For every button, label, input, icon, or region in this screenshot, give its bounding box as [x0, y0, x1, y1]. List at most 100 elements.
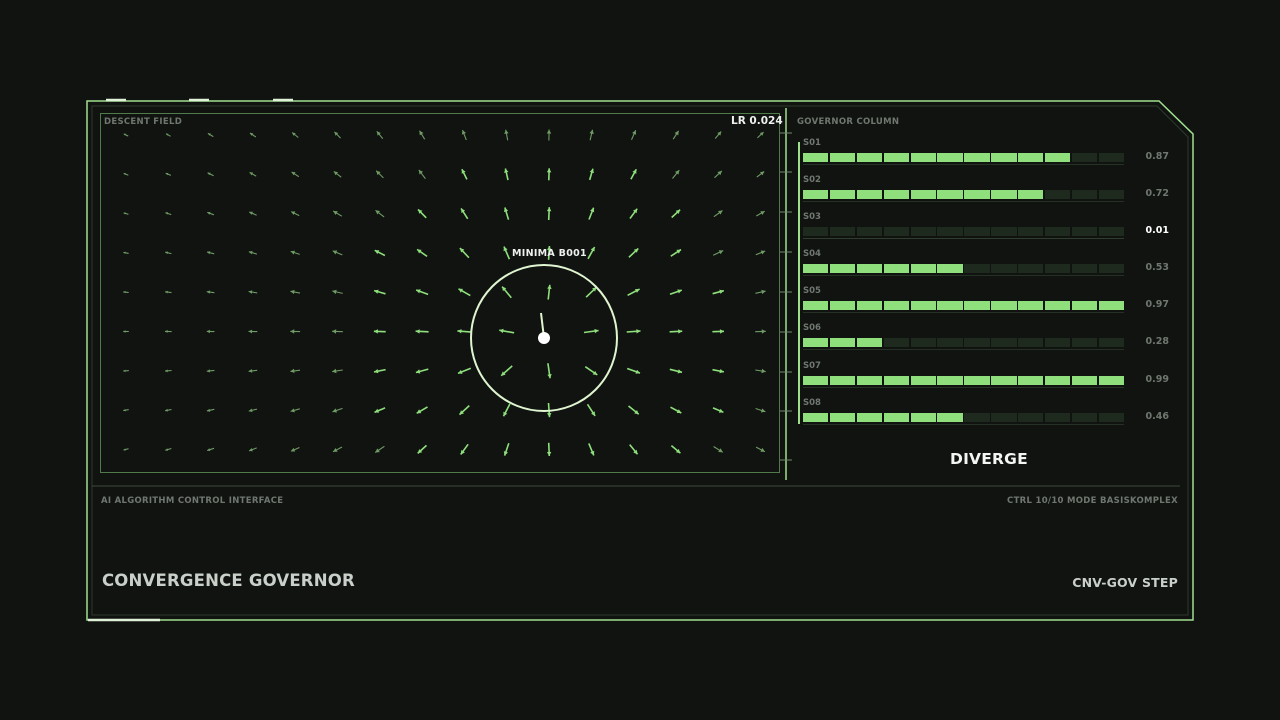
slot-value: 0.53	[1145, 262, 1169, 273]
slot-divider	[803, 238, 1124, 239]
governor-slot-s03[interactable]: S03 0.01	[803, 212, 1173, 248]
slot-name: S06	[803, 323, 821, 333]
descent-field-label: DESCENT FIELD	[104, 117, 183, 127]
gradient-arrow-head	[248, 329, 253, 334]
level-segment	[964, 153, 990, 162]
level-segment	[991, 301, 1017, 310]
level-segment	[991, 413, 1017, 422]
minima-label: MINIMA B001	[512, 248, 587, 259]
level-segment	[829, 153, 856, 162]
level-segment	[803, 338, 829, 347]
level-segment	[1071, 338, 1098, 347]
level-segment	[883, 413, 909, 422]
level-segment	[1098, 338, 1124, 347]
slot-divider	[803, 312, 1124, 313]
level-segment	[1098, 413, 1124, 422]
gradient-arrow-head	[165, 369, 168, 373]
slot-level-bar[interactable]	[803, 190, 1124, 199]
gradient-arrow-head	[332, 289, 337, 295]
level-segment	[1071, 376, 1098, 385]
slot-name: S04	[803, 249, 821, 259]
level-segment	[1044, 153, 1071, 162]
level-segment	[937, 413, 963, 422]
governor-column-label: GOVERNOR COLUMN	[797, 117, 900, 127]
level-segment	[1018, 264, 1044, 273]
level-segment	[1018, 153, 1044, 162]
slot-level-bar[interactable]	[803, 153, 1124, 162]
level-segment	[1098, 301, 1124, 310]
level-segment	[1044, 413, 1071, 422]
gradient-arrow-head	[678, 329, 683, 334]
level-segment	[1071, 413, 1098, 422]
level-segment	[910, 190, 936, 199]
slot-name: S02	[803, 175, 821, 185]
slot-level-bar[interactable]	[803, 227, 1124, 236]
level-segment	[1044, 301, 1071, 310]
governor-slot-s06[interactable]: S06 0.28	[803, 323, 1173, 359]
level-segment	[964, 376, 990, 385]
gradient-arrow-head	[761, 329, 766, 334]
governor-slot-s07[interactable]: S07 0.99	[803, 361, 1173, 397]
slot-value: 0.87	[1145, 151, 1169, 162]
descent-field[interactable]	[100, 113, 782, 475]
slot-divider	[803, 201, 1124, 202]
level-segment	[856, 413, 883, 422]
governor-slot-s04[interactable]: S04 0.53	[803, 249, 1173, 285]
governor-slot-s02[interactable]: S02 0.72	[803, 175, 1173, 211]
slot-divider	[803, 164, 1124, 165]
gradient-arrow-head	[719, 329, 724, 334]
level-segment	[856, 338, 883, 347]
slot-level-bar[interactable]	[803, 376, 1124, 385]
gradient-arrow-head	[546, 207, 552, 212]
level-segment	[991, 153, 1017, 162]
gradient-arrow-head	[206, 329, 210, 334]
slot-divider	[803, 387, 1124, 388]
level-segment	[964, 190, 990, 199]
step-code[interactable]: CNV-GOV STEP	[1072, 575, 1178, 590]
slot-level-bar[interactable]	[803, 413, 1124, 422]
minima-point[interactable]	[538, 332, 550, 344]
gradient-arrow-head	[547, 413, 552, 418]
level-segment	[883, 376, 909, 385]
gradient-arrow-head	[546, 129, 552, 134]
level-segment	[1098, 190, 1124, 199]
gradient-arrow-head	[589, 129, 594, 135]
level-segment	[910, 413, 936, 422]
level-segment	[1018, 301, 1044, 310]
slot-level-bar[interactable]	[803, 301, 1124, 310]
level-segment	[856, 190, 883, 199]
level-segment	[1071, 190, 1098, 199]
level-segment	[1018, 413, 1044, 422]
page-title: CONVERGENCE GOVERNOR	[102, 571, 355, 590]
level-segment	[1098, 376, 1124, 385]
gradient-arrow-head	[636, 329, 641, 334]
level-segment	[1071, 227, 1098, 236]
gradient-arrow-head	[123, 330, 126, 333]
slot-level-bar[interactable]	[803, 338, 1124, 347]
level-segment	[910, 227, 936, 236]
slot-value: 0.99	[1145, 374, 1169, 385]
governor-slot-s08[interactable]: S08 0.46	[803, 398, 1173, 434]
slot-level-bar[interactable]	[803, 264, 1124, 273]
level-segment	[1098, 153, 1124, 162]
level-segment	[991, 376, 1017, 385]
level-segment	[910, 301, 936, 310]
governor-slot-s01[interactable]: S01 0.87	[803, 138, 1173, 174]
level-segment	[883, 338, 909, 347]
level-segment	[937, 376, 963, 385]
level-segment	[910, 264, 936, 273]
gradient-arrow-head	[290, 289, 295, 295]
level-segment	[1044, 338, 1071, 347]
level-segment	[1018, 190, 1044, 199]
level-segment	[1018, 338, 1044, 347]
level-segment	[829, 301, 856, 310]
level-segment	[1071, 153, 1098, 162]
slot-value: 0.72	[1145, 188, 1169, 199]
level-segment	[1098, 264, 1124, 273]
slot-divider	[803, 275, 1124, 276]
gradient-arrow-head	[415, 329, 420, 334]
level-segment	[964, 413, 990, 422]
level-segment	[1018, 376, 1044, 385]
level-segment	[937, 338, 963, 347]
governor-slot-s05[interactable]: S05 0.97	[803, 286, 1173, 322]
